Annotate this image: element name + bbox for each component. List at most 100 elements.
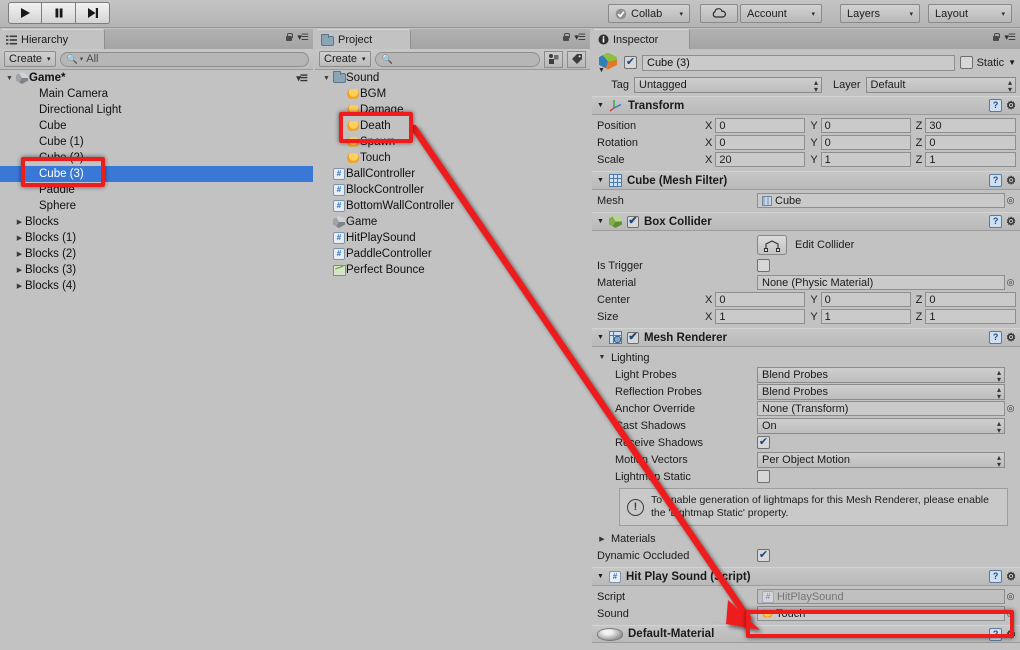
panel-menu-icon[interactable]: ▾☰ (1004, 32, 1016, 43)
project-item-bgm[interactable]: BGM (315, 86, 590, 102)
receive-shadows-checkbox[interactable] (757, 436, 770, 449)
component-header-mesh-renderer[interactable]: ▼ Mesh Renderer ? ⚙ (592, 328, 1020, 347)
center-z-input[interactable]: 0 (925, 292, 1016, 307)
physic-material-field[interactable]: None (Physic Material) (757, 275, 1005, 290)
center-y-input[interactable]: 0 (820, 292, 911, 307)
project-item-sound[interactable]: ▼ Sound (315, 70, 590, 86)
gear-icon[interactable]: ⚙ (1006, 628, 1016, 641)
lock-icon[interactable] (562, 33, 571, 42)
chevron-right-icon[interactable]: ▶ (14, 282, 25, 290)
chevron-right-icon[interactable]: ▶ (14, 218, 25, 226)
gameobject-enabled-checkbox[interactable] (624, 56, 637, 69)
help-icon[interactable]: ? (989, 627, 1003, 641)
project-item-paddlecontroller[interactable]: # PaddleController (315, 246, 590, 262)
project-item-hitplaysound[interactable]: # HitPlaySound (315, 230, 590, 246)
scale-x-input[interactable]: 20 (715, 152, 806, 167)
lightmap-static-checkbox[interactable] (757, 470, 770, 483)
anchor-override-picker-button[interactable]: ◎ (1005, 403, 1016, 414)
materials-foldout[interactable]: ▶ Materials (597, 530, 1016, 547)
component-header-box-collider[interactable]: ▼ Box Collider ? ⚙ (592, 212, 1020, 231)
panel-menu-icon[interactable]: ▾☰ (297, 32, 309, 43)
hierarchy-item-blocks-4[interactable]: ▶ Blocks (4) (0, 278, 313, 294)
component-header-transform[interactable]: ▼ Transform ? ⚙ (592, 96, 1020, 115)
chevron-right-icon[interactable]: ▶ (597, 535, 607, 543)
panel-menu-icon[interactable]: ▾☰ (574, 32, 586, 43)
chevron-right-icon[interactable]: ▶ (14, 250, 25, 258)
light-probes-dropdown[interactable]: Blend Probes ▴ ▾ (757, 366, 1005, 383)
position-x-input[interactable]: 0 (715, 118, 806, 133)
project-item-spawn[interactable]: Spawn (315, 134, 590, 150)
static-checkbox[interactable] (959, 56, 973, 69)
sound-picker-button[interactable]: ◎ (1005, 608, 1016, 619)
tab-project[interactable]: Project (315, 29, 411, 49)
hierarchy-item-cube[interactable]: Cube (0, 118, 313, 134)
filter-by-type-button[interactable] (544, 50, 563, 68)
rotation-z-input[interactable]: 0 (925, 135, 1016, 150)
chevron-down-icon[interactable]: ▼ (597, 573, 604, 580)
rotation-y-input[interactable]: 0 (820, 135, 911, 150)
cloud-button[interactable] (700, 4, 738, 23)
play-button[interactable] (8, 2, 42, 24)
size-x-input[interactable]: 1 (715, 309, 806, 324)
hierarchy-item-blocks-3[interactable]: ▶ Blocks (3) (0, 262, 313, 278)
anchor-override-field[interactable]: None (Transform) (757, 401, 1005, 416)
gear-icon[interactable]: ⚙ (1006, 99, 1016, 112)
hierarchy-item-cube-1[interactable]: Cube (1) (0, 134, 313, 150)
box-collider-enabled-checkbox[interactable] (626, 215, 639, 228)
size-y-input[interactable]: 1 (820, 309, 911, 324)
collab-button[interactable]: Collab ▾ (608, 4, 690, 23)
gameobject-name-input[interactable]: Cube (3) (642, 54, 955, 71)
project-create-button[interactable]: Create ▾ (319, 51, 371, 67)
hierarchy-item-blocks[interactable]: ▶ Blocks (0, 214, 313, 230)
chevron-right-icon[interactable]: ▶ (14, 266, 25, 274)
chevron-down-icon[interactable]: ▼ (4, 75, 15, 82)
layer-dropdown[interactable]: Default ▴ ▾ (865, 76, 1016, 93)
mesh-renderer-enabled-checkbox[interactable] (626, 331, 639, 344)
layers-button[interactable]: Layers ▾ (840, 4, 920, 23)
project-item-touch[interactable]: Touch (315, 150, 590, 166)
help-icon[interactable]: ? (989, 331, 1003, 344)
component-header-hit-play-sound[interactable]: ▼ # Hit Play Sound (Script) ? ⚙ (592, 567, 1020, 586)
rotation-x-input[interactable]: 0 (715, 135, 806, 150)
tag-dropdown[interactable]: Untagged ▴ ▾ (634, 76, 822, 93)
project-item-game[interactable]: Game (315, 214, 590, 230)
project-item-death[interactable]: Death (315, 118, 590, 134)
hierarchy-search-input[interactable]: 🔍 ▾ All (59, 51, 309, 67)
component-header-mesh-filter[interactable]: ▼ Cube (Mesh Filter) ? ⚙ (592, 171, 1020, 190)
hierarchy-item-sphere[interactable]: Sphere (0, 198, 313, 214)
lock-icon[interactable] (285, 33, 294, 42)
help-icon[interactable]: ? (989, 174, 1003, 187)
project-item-bottomwallcontroller[interactable]: # BottomWallController (315, 198, 590, 214)
project-item-perfect-bounce[interactable]: Perfect Bounce (315, 262, 590, 278)
chevron-down-icon[interactable]: ▼ (1008, 58, 1016, 67)
help-icon[interactable]: ? (989, 570, 1003, 583)
project-search-input[interactable]: 🔍 (374, 51, 540, 67)
motion-vectors-dropdown[interactable]: Per Object Motion ▴ ▾ (757, 451, 1005, 468)
hierarchy-item-blocks-2[interactable]: ▶ Blocks (2) (0, 246, 313, 262)
project-item-blockcontroller[interactable]: # BlockController (315, 182, 590, 198)
scale-z-input[interactable]: 1 (925, 152, 1016, 167)
chevron-down-icon[interactable]: ▼ (597, 102, 604, 109)
physic-material-picker-button[interactable]: ◎ (1005, 277, 1016, 288)
layout-button[interactable]: Layout ▾ (928, 4, 1012, 23)
chevron-down-icon[interactable]: ▼ (321, 75, 332, 82)
gear-icon[interactable]: ⚙ (1006, 331, 1016, 344)
gear-icon[interactable]: ⚙ (1006, 215, 1016, 228)
size-z-input[interactable]: 1 (925, 309, 1016, 324)
project-item-ballcontroller[interactable]: # BallController (315, 166, 590, 182)
chevron-right-icon[interactable]: ▶ (14, 234, 25, 242)
account-button[interactable]: Account ▾ (740, 4, 822, 23)
component-header-default-material[interactable]: Default-Material ? ⚙ (592, 625, 1020, 643)
hierarchy-item-directional-light[interactable]: Directional Light (0, 102, 313, 118)
project-item-damage[interactable]: Damage (315, 102, 590, 118)
position-y-input[interactable]: 0 (820, 118, 911, 133)
chevron-down-icon[interactable]: ▼ (597, 354, 607, 361)
gear-icon[interactable]: ⚙ (1006, 174, 1016, 187)
scale-y-input[interactable]: 1 (820, 152, 911, 167)
help-icon[interactable]: ? (989, 99, 1003, 112)
mesh-picker-button[interactable]: ◎ (1005, 195, 1016, 206)
sound-object-field[interactable]: Touch (757, 606, 1005, 621)
edit-collider-button[interactable] (757, 235, 787, 255)
scene-menu-icon[interactable]: ▾☰ (296, 73, 308, 84)
help-icon[interactable]: ? (989, 215, 1003, 228)
